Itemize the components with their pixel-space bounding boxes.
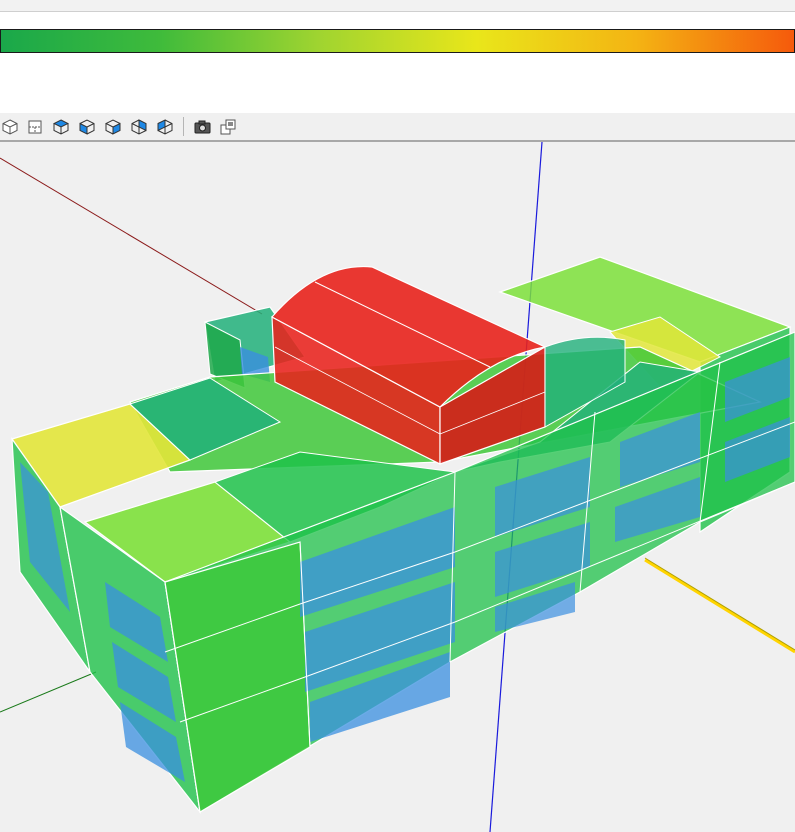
view-left-button[interactable] [155, 117, 175, 136]
building-envelope [11, 256, 795, 815]
axis-highlight-line [644, 558, 795, 654]
color-scale-legend [0, 29, 795, 53]
screenshot-button[interactable] [218, 117, 238, 136]
view-front-icon [79, 118, 95, 135]
toolbar-separator [183, 117, 184, 136]
view-plan-button[interactable] [25, 117, 45, 136]
view-isometric-button[interactable] [0, 117, 20, 136]
axis-highlight-edge [644, 557, 795, 651]
building-model[interactable] [0, 142, 795, 832]
camera-button[interactable] [192, 117, 212, 136]
y-axis-line [0, 671, 97, 713]
view-back-button[interactable] [129, 117, 149, 136]
view-left-icon [157, 118, 173, 135]
legend-panel [0, 54, 795, 112]
view-isometric-icon [2, 118, 18, 135]
view-top-icon [53, 118, 69, 135]
camera-icon [194, 120, 210, 133]
view-right-button[interactable] [103, 117, 123, 136]
view-top-button[interactable] [51, 117, 71, 136]
view-back-icon [131, 118, 147, 135]
screenshot-icon [220, 119, 236, 134]
x-axis-line [0, 157, 263, 315]
view-front-button[interactable] [77, 117, 97, 136]
view-plan-icon [28, 120, 42, 133]
3d-viewport[interactable] [0, 142, 795, 832]
view-toolbar [0, 113, 795, 142]
view-right-icon [105, 118, 121, 135]
top-strip [0, 0, 795, 12]
